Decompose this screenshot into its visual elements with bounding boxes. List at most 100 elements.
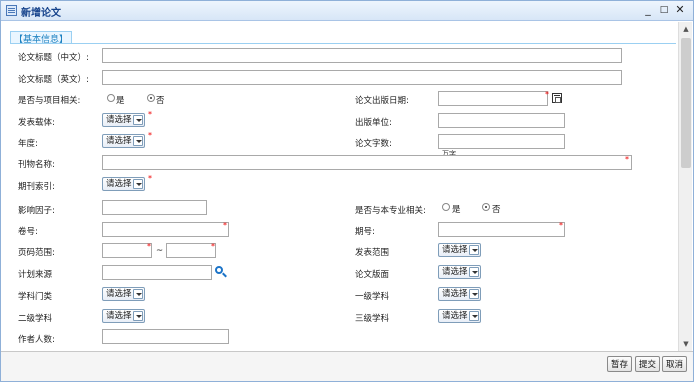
chevron-down-icon xyxy=(133,179,143,189)
level2-select-value: 请选择 xyxy=(106,311,132,321)
project-related-yes-label: 是 xyxy=(116,96,125,106)
required-mark: * xyxy=(148,174,152,183)
titlebar[interactable]: 新增论文 _ □ ✕ xyxy=(1,1,693,21)
required-mark: * xyxy=(147,242,151,251)
level3-select-value: 请选择 xyxy=(442,311,468,321)
major-related-label: 是否与本专业相关: xyxy=(355,206,426,216)
author-count-input[interactable] xyxy=(102,329,229,344)
issue-input[interactable] xyxy=(438,222,565,237)
layout-select-value: 请选择 xyxy=(442,267,468,277)
discipline-cat-label: 学科门类 xyxy=(18,292,53,302)
plan-source-input[interactable] xyxy=(102,265,212,280)
submit-button[interactable]: 提交 xyxy=(635,356,661,372)
window-title: 新增论文 xyxy=(21,8,61,19)
chevron-down-icon xyxy=(469,267,479,277)
level1-select[interactable]: 请选择 xyxy=(438,287,481,301)
plan-source-label: 计划来源 xyxy=(18,270,53,280)
pub-scope-select[interactable]: 请选择 xyxy=(438,243,481,257)
chevron-down-icon xyxy=(133,289,143,299)
chevron-down-icon xyxy=(469,289,479,299)
project-related-label: 是否与项目相关: xyxy=(18,96,81,106)
form-content: 【基本信息】 论文标题（中文）: 论文标题（英文）: 是否与项目相关: 是 否 … xyxy=(6,24,678,351)
cancel-button[interactable]: 取消 xyxy=(662,356,688,372)
title-cn-label: 论文标题（中文）: xyxy=(18,53,89,63)
page-range-separator: ~ xyxy=(156,246,164,256)
pub-date-label: 论文出版日期: xyxy=(355,96,409,106)
year-label: 年度: xyxy=(18,139,38,149)
chevron-down-icon xyxy=(133,136,143,146)
dialog-footer xyxy=(1,351,693,381)
publisher-label: 出版单位: xyxy=(355,118,392,128)
impact-factor-label: 影响因子: xyxy=(18,206,55,216)
impact-factor-input[interactable] xyxy=(102,200,207,215)
section-divider xyxy=(10,43,676,44)
year-select-value: 请选择 xyxy=(106,136,132,146)
dialog-window: 新增论文 _ □ ✕ 【基本信息】 论文标题（中文）: 论文标题（英文）: 是否… xyxy=(0,0,694,382)
journal-name-label: 刊物名称: xyxy=(18,160,55,170)
word-count-input[interactable] xyxy=(438,134,565,149)
required-mark: * xyxy=(545,90,549,99)
title-en-label: 论文标题（英文）: xyxy=(18,75,89,85)
pub-date-input[interactable] xyxy=(438,91,548,106)
carrier-label: 发表载体: xyxy=(18,118,55,128)
author-count-label: 作者人数: xyxy=(18,335,55,345)
layout-select[interactable]: 请选择 xyxy=(438,265,481,279)
journal-name-input[interactable] xyxy=(102,155,632,170)
volume-input[interactable] xyxy=(102,222,229,237)
level2-label: 二级学科 xyxy=(18,314,53,324)
required-mark: * xyxy=(148,110,152,119)
required-mark: * xyxy=(223,221,227,230)
major-related-no-label: 否 xyxy=(492,205,501,215)
page-from-input[interactable] xyxy=(102,243,152,258)
carrier-select[interactable]: 请选择 xyxy=(102,113,145,127)
volume-label: 卷号: xyxy=(18,227,38,237)
major-related-yes-radio[interactable] xyxy=(442,203,450,211)
project-related-no-label: 否 xyxy=(156,96,165,106)
project-related-no-radio[interactable] xyxy=(147,94,155,102)
layout-label: 论文版面 xyxy=(355,270,390,280)
section-tab-basic-info[interactable]: 【基本信息】 xyxy=(10,31,73,45)
maximize-button[interactable]: □ xyxy=(657,3,671,17)
required-mark: * xyxy=(625,155,629,164)
required-mark: * xyxy=(559,221,563,230)
level3-select[interactable]: 请选择 xyxy=(438,309,481,323)
pub-scope-select-value: 请选择 xyxy=(442,245,468,255)
required-mark: * xyxy=(211,242,215,251)
project-related-yes-radio[interactable] xyxy=(107,94,115,102)
chevron-down-icon xyxy=(469,245,479,255)
scroll-down-arrow-icon[interactable]: ▼ xyxy=(679,337,693,351)
pub-scope-label: 发表范围 xyxy=(355,248,390,258)
year-select[interactable]: 请选择 xyxy=(102,134,145,148)
issue-label: 期号: xyxy=(355,227,375,237)
discipline-cat-select-value: 请选择 xyxy=(106,289,132,299)
major-related-no-radio[interactable] xyxy=(482,203,490,211)
title-en-input[interactable] xyxy=(102,70,622,85)
discipline-cat-select[interactable]: 请选择 xyxy=(102,287,145,301)
minimize-button[interactable]: _ xyxy=(641,3,655,17)
level1-label: 一级学科 xyxy=(355,292,390,302)
level1-select-value: 请选择 xyxy=(442,289,468,299)
required-mark: * xyxy=(148,131,152,140)
title-cn-input[interactable] xyxy=(102,48,622,63)
publisher-input[interactable] xyxy=(438,113,565,128)
chevron-down-icon xyxy=(469,311,479,321)
journal-index-label: 期刊索引: xyxy=(18,182,55,192)
table-icon xyxy=(6,5,17,16)
save-draft-button[interactable]: 暂存 xyxy=(607,356,633,372)
close-button[interactable]: ✕ xyxy=(673,3,687,17)
chevron-down-icon xyxy=(133,115,143,125)
level2-select[interactable]: 请选择 xyxy=(102,309,145,323)
scroll-up-arrow-icon[interactable]: ▲ xyxy=(679,22,693,36)
carrier-select-value: 请选择 xyxy=(106,115,132,125)
calendar-icon[interactable] xyxy=(552,93,562,103)
word-count-label: 论文字数: xyxy=(355,139,392,149)
major-related-yes-label: 是 xyxy=(452,205,461,215)
journal-index-select-value: 请选择 xyxy=(106,179,132,189)
page-range-label: 页码范围: xyxy=(18,248,55,258)
page-to-input[interactable] xyxy=(166,243,216,258)
search-icon[interactable] xyxy=(215,266,223,274)
journal-index-select[interactable]: 请选择 xyxy=(102,177,145,191)
vertical-scrollbar[interactable]: ▲ ▼ xyxy=(678,22,692,351)
chevron-down-icon xyxy=(133,311,143,321)
scroll-thumb[interactable] xyxy=(681,38,691,168)
